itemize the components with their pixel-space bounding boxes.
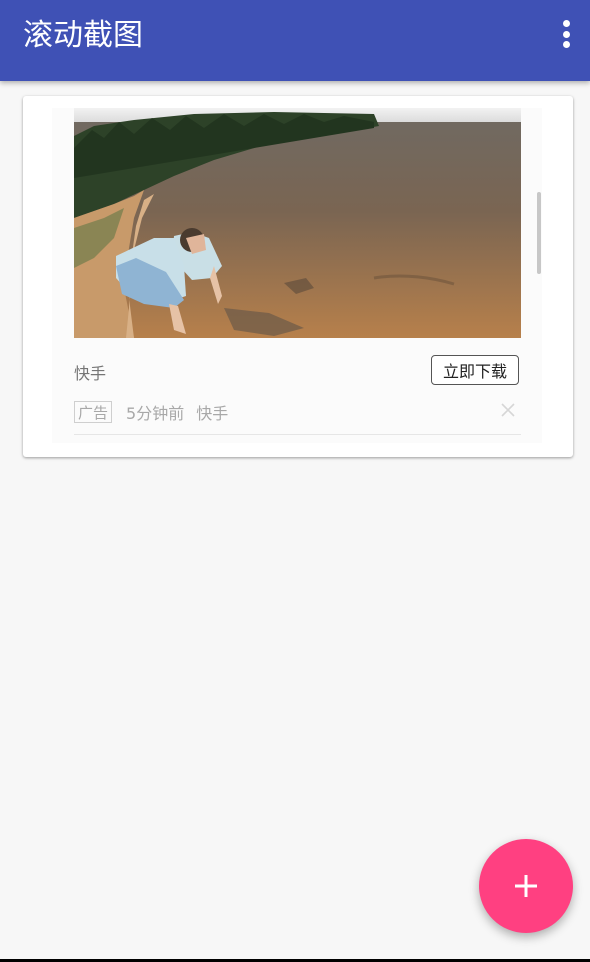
app-bar: 滚动截图 bbox=[0, 0, 590, 81]
ad-publisher: 快手 bbox=[196, 404, 229, 423]
ad-badge: 广告 bbox=[74, 401, 113, 423]
add-fab-button[interactable] bbox=[479, 839, 573, 933]
close-icon[interactable] bbox=[500, 402, 516, 418]
ad-time: 5分钟前 bbox=[126, 404, 185, 423]
download-button[interactable]: 立即下载 bbox=[431, 355, 519, 385]
more-vert-icon[interactable] bbox=[556, 18, 576, 50]
ad-meta: 广告 5分钟前 快手 bbox=[74, 400, 228, 424]
ad-source: 快手 bbox=[74, 364, 107, 383]
ad-item[interactable]: 快手 立即下载 广告 5分钟前 快手 bbox=[52, 108, 542, 443]
add-icon bbox=[515, 875, 537, 897]
ad-video-thumbnail[interactable] bbox=[74, 108, 521, 338]
scrollbar[interactable] bbox=[537, 192, 541, 274]
content-card: 快手 立即下载 广告 5分钟前 快手 bbox=[23, 96, 573, 457]
app-title: 滚动截图 bbox=[23, 18, 143, 53]
divider bbox=[74, 434, 521, 435]
